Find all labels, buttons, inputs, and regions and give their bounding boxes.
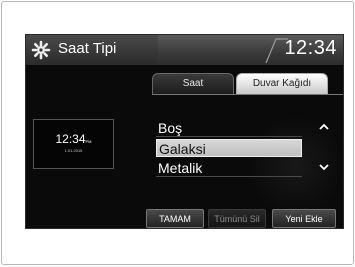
preview-date: 1.01.2015 [64, 148, 83, 153]
title-bar: Saat Tipi 12:34 [26, 35, 343, 65]
delete-all-button[interactable]: Tümünü Sil [208, 209, 266, 228]
tab-duvar-kagidi[interactable]: Duvar Kağıdı [236, 73, 328, 94]
page-title: Saat Tipi [58, 40, 117, 57]
document-frame: Saat Tipi 12:34 Saat Duvar Kağıdı 12:34P… [1, 1, 354, 265]
clock-display: 12:34 [284, 37, 337, 59]
chevron-down-icon[interactable] [316, 161, 332, 177]
preview-time-value: 12:34 [55, 132, 86, 146]
list-item-galaksi[interactable]: Galaksi [156, 139, 302, 157]
tab-saat[interactable]: Saat [152, 73, 234, 94]
gear-icon[interactable] [29, 38, 53, 62]
ok-button[interactable]: TAMAM [146, 209, 204, 228]
tab-bar: Saat Duvar Kağıdı [26, 73, 343, 95]
list-item-metalik[interactable]: Metalik [156, 159, 302, 177]
tab-underline [152, 94, 343, 95]
add-new-button[interactable]: Yeni Ekle [272, 209, 336, 228]
wallpaper-preview: 12:34PM 1.01.2015 [33, 119, 114, 169]
head-unit-screen: Saat Tipi 12:34 Saat Duvar Kağıdı 12:34P… [25, 34, 344, 229]
preview-time: 12:34PM [34, 132, 113, 146]
chevron-up-icon[interactable] [316, 121, 332, 137]
list-item-bos[interactable]: Boş [156, 119, 302, 137]
preview-meridiem: PM [85, 139, 92, 144]
